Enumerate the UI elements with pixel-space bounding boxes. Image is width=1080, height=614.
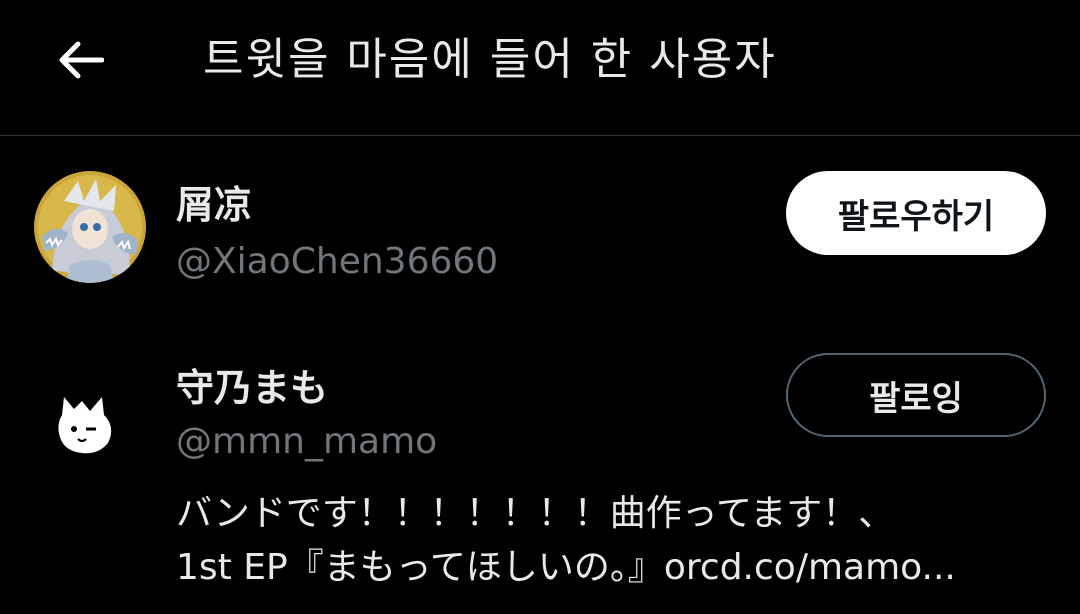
follow-button[interactable]: 팔로우하기 bbox=[786, 171, 1046, 255]
user-handle: @mmn_mamo bbox=[176, 421, 438, 462]
bio-line: バンドです！！！！！！！曲作ってます！、 bbox=[176, 493, 895, 534]
user-handle: @XiaoChen36660 bbox=[176, 241, 499, 282]
user-cell[interactable]: 守乃まも @mmn_mamo バンドです！！！！！！！曲作ってます！、 1st … bbox=[0, 317, 1080, 614]
anime-character-avatar bbox=[34, 171, 146, 283]
back-button[interactable] bbox=[44, 28, 116, 92]
bio-line: 1st EP『まもってほしいの。』orcd.co/mamo... bbox=[176, 547, 956, 588]
top-bar: 트윗을 마음에 들어 한 사용자 bbox=[0, 0, 1080, 136]
white-cat-doodle-avatar bbox=[34, 367, 146, 479]
display-name: 守乃まも bbox=[176, 366, 329, 410]
arrow-left-icon bbox=[59, 41, 104, 79]
following-button[interactable]: 팔로잉 bbox=[786, 353, 1046, 437]
avatar[interactable] bbox=[34, 171, 146, 283]
display-name: 屑凉 bbox=[176, 183, 253, 227]
avatar[interactable] bbox=[34, 367, 146, 479]
page-title: 트윗을 마음에 들어 한 사용자 bbox=[203, 34, 777, 85]
user-bio: バンドです！！！！！！！曲作ってます！、 1st EP『まもってほしいの。』or… bbox=[176, 487, 1056, 595]
user-cell[interactable]: 屑凉 @XiaoChen36660 팔로우하기 bbox=[0, 137, 1080, 317]
